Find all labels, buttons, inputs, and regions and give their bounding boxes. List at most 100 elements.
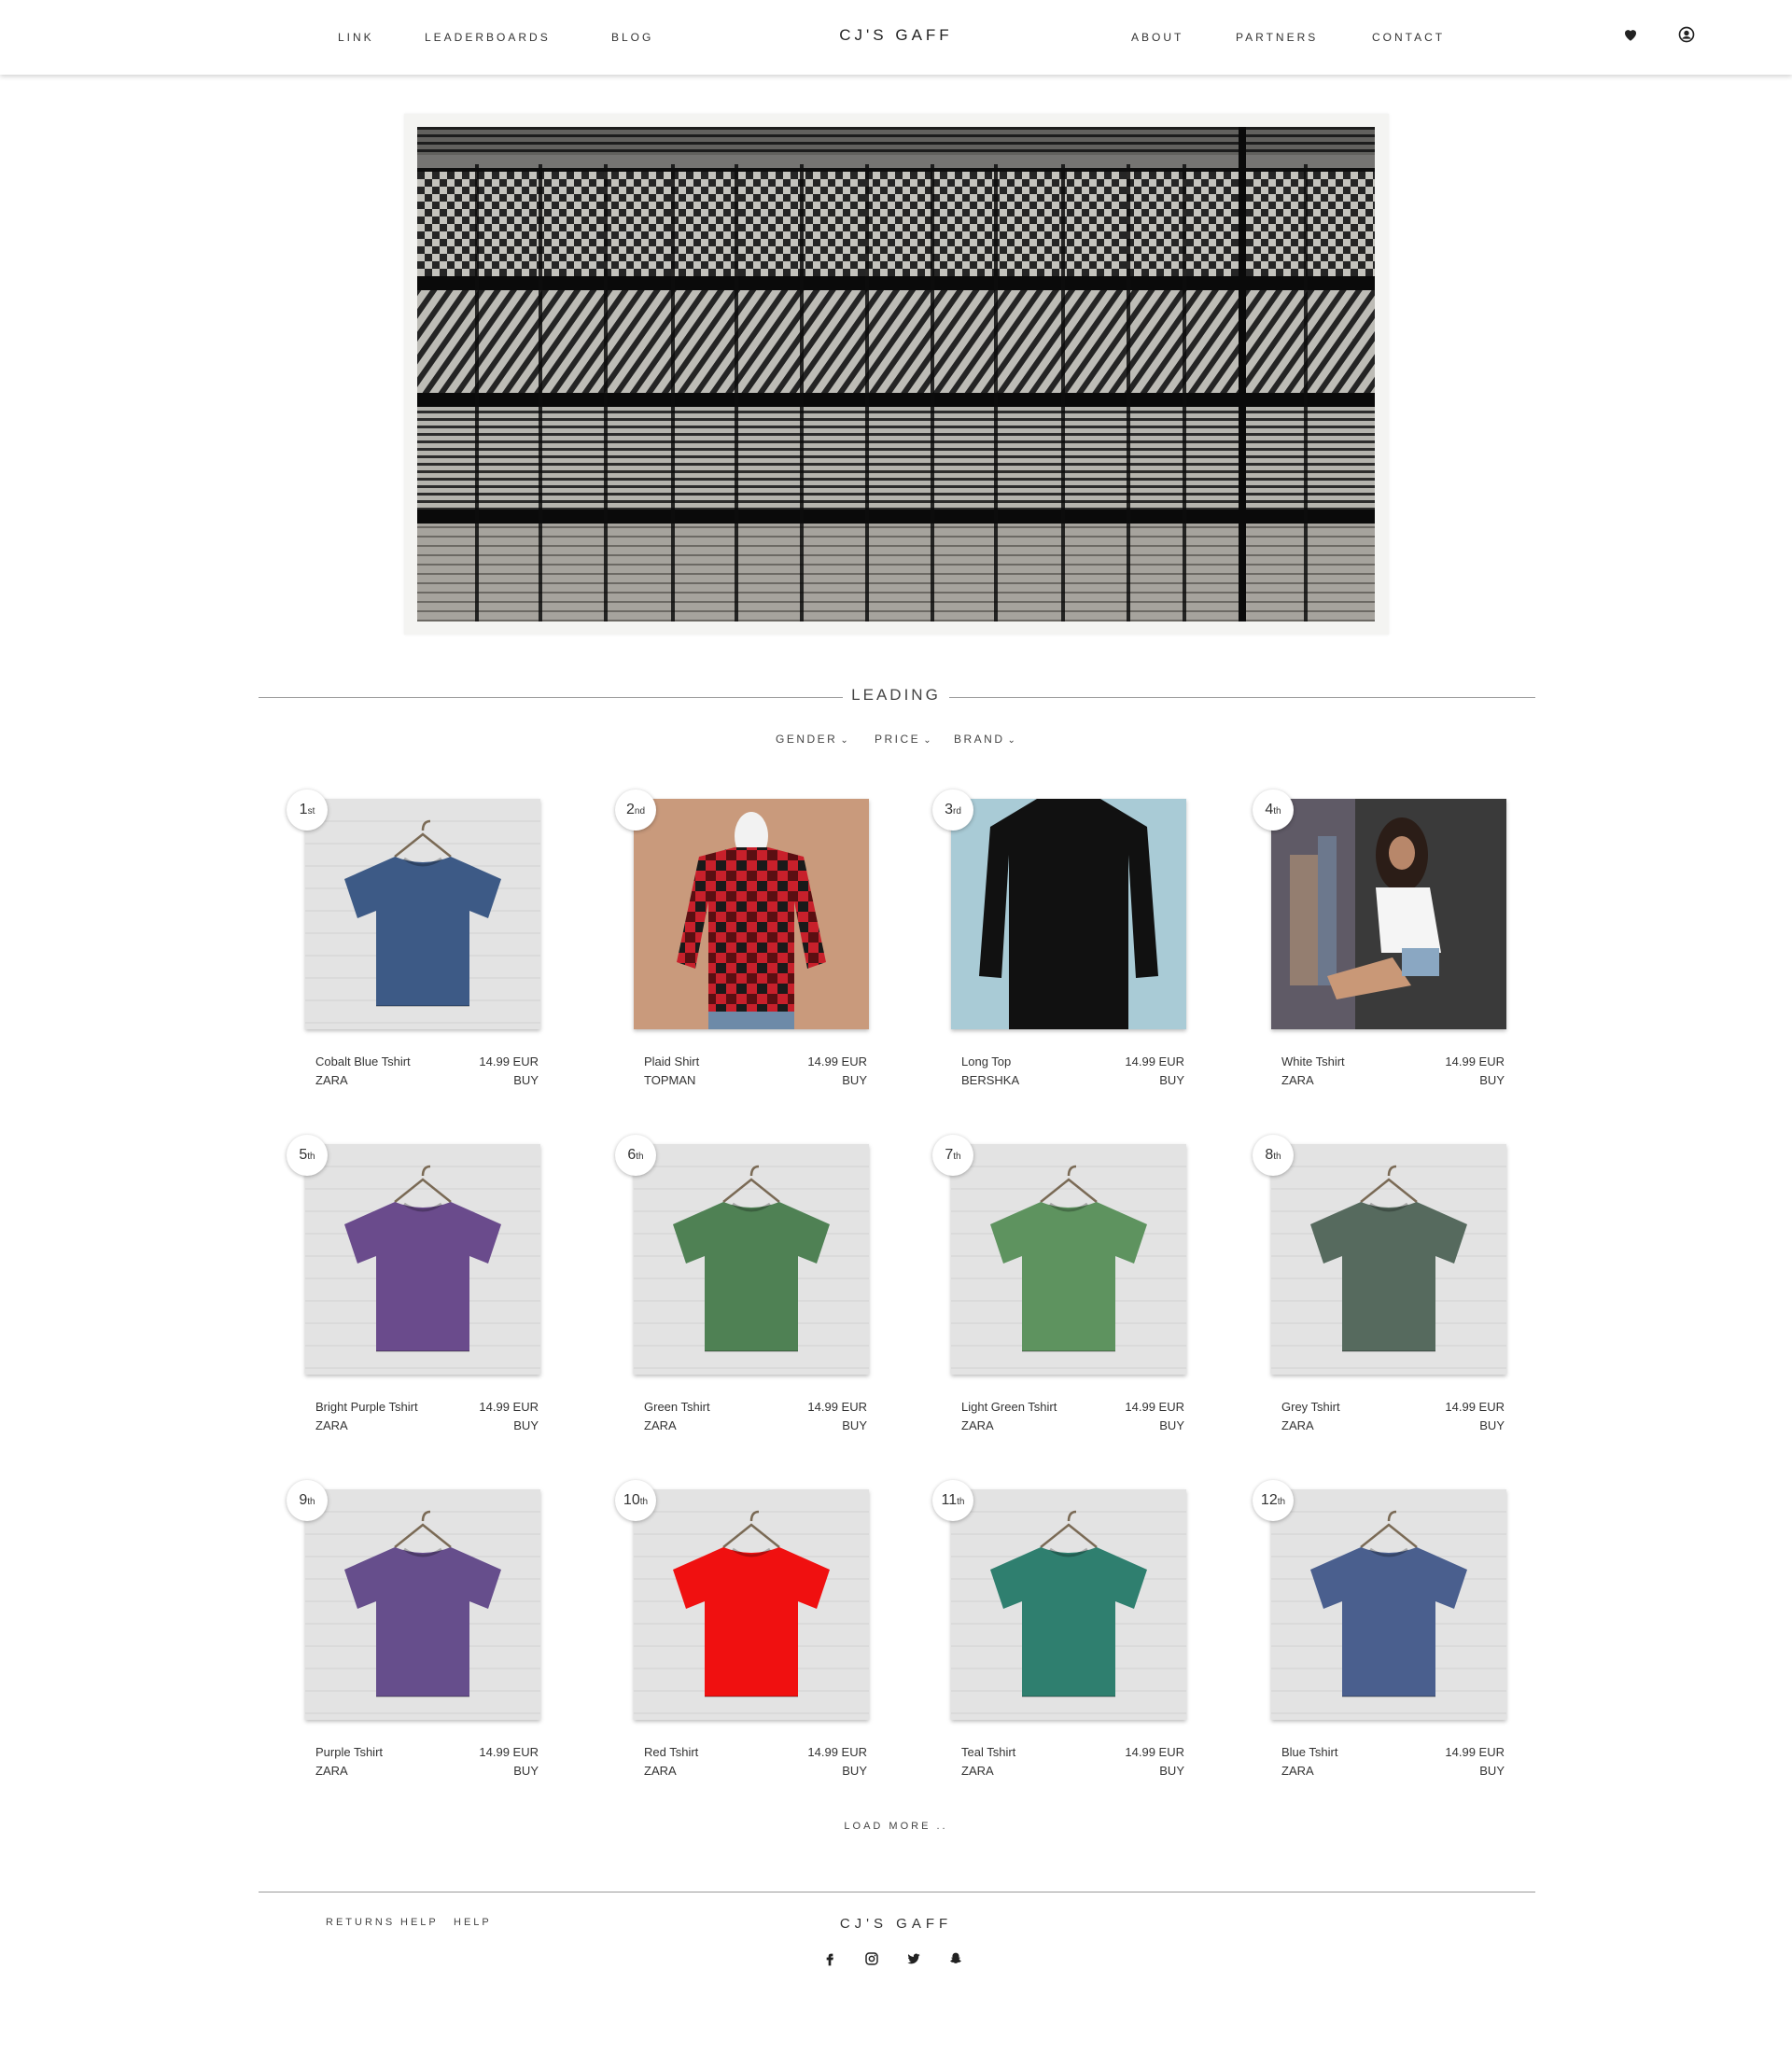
buy-button[interactable]: BUY [842, 1073, 867, 1087]
buy-button[interactable]: BUY [1479, 1073, 1505, 1087]
product-name[interactable]: Purple Tshirt [315, 1745, 383, 1759]
product-name[interactable]: White Tshirt [1281, 1054, 1345, 1068]
product-name[interactable]: Cobalt Blue Tshirt [315, 1054, 411, 1068]
rank-suffix: th [1273, 806, 1281, 817]
filter-price-label: PRICE [875, 733, 921, 746]
footer-link-returns[interactable]: RETURNS [326, 1917, 395, 1928]
product-image[interactable] [1271, 1144, 1506, 1375]
product-name[interactable]: Red Tshirt [644, 1745, 698, 1759]
site-header: LINK LEADERBOARDS BLOG CJ'S GAFF ABOUT P… [0, 0, 1792, 75]
rank-badge: 6th [615, 1135, 656, 1176]
product-price: 14.99 EUR [479, 1400, 539, 1414]
rank-number: 9 [299, 1492, 308, 1508]
product-name[interactable]: Long Top [961, 1054, 1011, 1068]
product-price: 14.99 EUR [1445, 1400, 1505, 1414]
user-icon[interactable] [1678, 26, 1697, 45]
rank-suffix: th [1277, 1497, 1286, 1507]
product-card[interactable]: 5th Bright Purple Tshirt ZARA 14.99 EUR BUY [287, 1135, 540, 1443]
buy-button[interactable]: BUY [1159, 1764, 1184, 1778]
buy-button[interactable]: BUY [842, 1418, 867, 1432]
rank-number: 11 [941, 1492, 958, 1508]
rank-number: 10 [623, 1492, 640, 1508]
product-image[interactable] [634, 1489, 869, 1720]
load-more-button[interactable]: LOAD MORE .. [844, 1821, 947, 1832]
product-image[interactable] [951, 1144, 1186, 1375]
footer-link-help-2[interactable]: HELP [454, 1917, 492, 1928]
instagram-icon[interactable] [864, 1951, 881, 1968]
product-brand: ZARA [1281, 1418, 1314, 1432]
rank-suffix: nd [634, 806, 646, 817]
product-price: 14.99 EUR [1445, 1745, 1505, 1759]
buy-button[interactable]: BUY [513, 1073, 539, 1087]
product-name[interactable]: Plaid Shirt [644, 1054, 699, 1068]
buy-button[interactable]: BUY [1159, 1073, 1184, 1087]
product-image[interactable] [305, 1144, 540, 1375]
product-image[interactable] [634, 799, 869, 1029]
product-image[interactable] [951, 799, 1186, 1029]
filter-gender-label: GENDER [776, 733, 838, 746]
product-image[interactable] [305, 799, 540, 1029]
product-brand: ZARA [644, 1418, 677, 1432]
rank-number: 6 [627, 1147, 637, 1163]
buy-button[interactable]: BUY [513, 1764, 539, 1778]
nav-blog[interactable]: BLOG [611, 31, 653, 44]
product-card[interactable]: 3rd Long Top BERSHKA 14.99 EUR BUY [932, 789, 1186, 1097]
product-name[interactable]: Blue Tshirt [1281, 1745, 1337, 1759]
filter-brand[interactable]: BRAND ⌄ [954, 733, 1017, 746]
product-image[interactable] [1271, 799, 1506, 1029]
footer-link-help[interactable]: HELP [400, 1917, 439, 1928]
buy-button[interactable]: BUY [513, 1418, 539, 1432]
product-image[interactable] [305, 1489, 540, 1720]
rank-suffix: th [636, 1152, 644, 1162]
product-card[interactable]: 10th Red Tshirt ZARA 14.99 EUR BUY [615, 1480, 869, 1788]
product-brand: ZARA [315, 1073, 348, 1087]
product-card[interactable]: 2nd Plaid Shirt TOPMAN 14.99 EUR BUY [615, 789, 869, 1097]
buy-button[interactable]: BUY [1159, 1418, 1184, 1432]
facebook-icon[interactable] [822, 1951, 839, 1968]
rank-badge: 10th [615, 1480, 656, 1521]
nav-about[interactable]: ABOUT [1131, 31, 1183, 44]
hero-image [417, 127, 1375, 621]
brand-wrapper: CJ'S GAFF [0, 26, 1792, 45]
product-image[interactable] [634, 1144, 869, 1375]
product-card[interactable]: 11th Teal Tshirt ZARA 14.99 EUR BUY [932, 1480, 1186, 1788]
product-brand: BERSHKA [961, 1073, 1020, 1087]
buy-button[interactable]: BUY [1479, 1764, 1505, 1778]
rank-badge: 12th [1253, 1480, 1294, 1521]
rank-badge: 2nd [615, 789, 656, 831]
product-name[interactable]: Teal Tshirt [961, 1745, 1015, 1759]
buy-button[interactable]: BUY [842, 1764, 867, 1778]
rank-suffix: th [639, 1497, 649, 1507]
product-card[interactable]: 7th Light Green Tshirt ZARA 14.99 EUR BUY [932, 1135, 1186, 1443]
nav-link[interactable]: LINK [338, 31, 374, 44]
product-name[interactable]: Grey Tshirt [1281, 1400, 1340, 1414]
product-card[interactable]: 12th Blue Tshirt ZARA 14.99 EUR BUY [1253, 1480, 1506, 1788]
nav-partners[interactable]: PARTNERS [1236, 31, 1318, 44]
product-name[interactable]: Light Green Tshirt [961, 1400, 1057, 1414]
twitter-icon[interactable] [906, 1951, 923, 1968]
rank-number: 1 [299, 802, 308, 817]
brand-logo[interactable]: CJ'S GAFF [839, 26, 952, 44]
product-brand: ZARA [315, 1764, 348, 1778]
snapchat-icon[interactable] [948, 1951, 965, 1968]
heart-icon[interactable] [1622, 26, 1641, 45]
rank-suffix: th [953, 1152, 961, 1162]
product-name[interactable]: Bright Purple Tshirt [315, 1400, 418, 1414]
buy-button[interactable]: BUY [1479, 1418, 1505, 1432]
product-image[interactable] [951, 1489, 1186, 1720]
product-name[interactable]: Green Tshirt [644, 1400, 710, 1414]
product-card[interactable]: 6th Green Tshirt ZARA 14.99 EUR BUY [615, 1135, 869, 1443]
filter-price[interactable]: PRICE ⌄ [875, 733, 933, 746]
product-brand: TOPMAN [644, 1073, 696, 1087]
product-card[interactable]: 9th Purple Tshirt ZARA 14.99 EUR BUY [287, 1480, 540, 1788]
product-card[interactable]: 8th Grey Tshirt ZARA 14.99 EUR BUY [1253, 1135, 1506, 1443]
product-price: 14.99 EUR [479, 1054, 539, 1068]
product-card[interactable]: 4th White Tshirt ZARA 14.99 EUR BUY [1253, 789, 1506, 1097]
product-card[interactable]: 1st Cobalt Blue Tshirt ZARA 14.99 EUR BUY [287, 789, 540, 1097]
product-image[interactable] [1271, 1489, 1506, 1720]
rank-suffix: th [307, 1497, 315, 1507]
filter-gender[interactable]: GENDER ⌄ [776, 733, 850, 746]
nav-leaderboards[interactable]: LEADERBOARDS [425, 31, 551, 44]
nav-contact[interactable]: CONTACT [1372, 31, 1445, 44]
rank-suffix: st [307, 806, 315, 817]
